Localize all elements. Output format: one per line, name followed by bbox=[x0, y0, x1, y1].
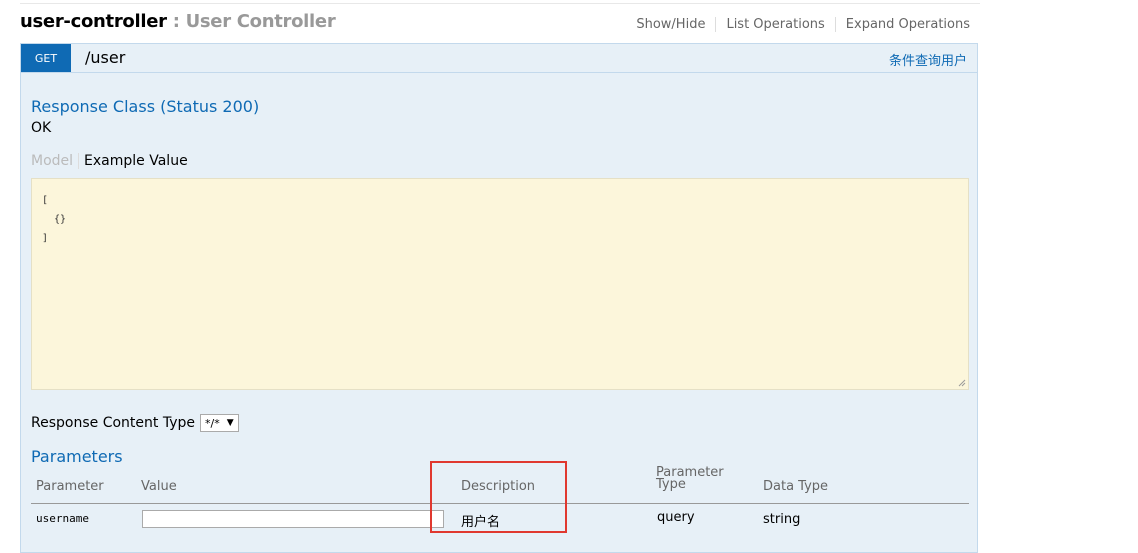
username-value-input[interactable] bbox=[142, 510, 444, 528]
controller-separator: : bbox=[172, 11, 180, 32]
tab-example-value[interactable]: Example Value bbox=[84, 153, 188, 169]
parameters-title: Parameters bbox=[31, 447, 123, 466]
example-value-box[interactable]: [ {} ] bbox=[31, 178, 969, 390]
controller-title[interactable]: user-controller : User Controller bbox=[20, 11, 336, 32]
header-parameter: Parameter bbox=[36, 479, 104, 494]
ops-divider bbox=[834, 17, 836, 32]
expand-operations-link[interactable]: Expand Operations bbox=[846, 17, 970, 32]
content-type-selected-value: */* bbox=[204, 416, 220, 430]
dropdown-arrow-icon: ▼ bbox=[226, 418, 234, 428]
controller-header: user-controller : User Controller Show/H… bbox=[20, 11, 970, 37]
http-method-badge[interactable]: GET bbox=[21, 44, 71, 72]
tab-model[interactable]: Model bbox=[31, 153, 73, 169]
response-class-title: Response Class (Status 200) bbox=[31, 97, 260, 116]
parameter-type: query bbox=[657, 510, 695, 525]
operation-summary[interactable]: 条件查询用户 bbox=[889, 50, 967, 69]
list-operations-link[interactable]: List Operations bbox=[726, 17, 824, 32]
controller-operations: Show/Hide List Operations Expand Operati… bbox=[636, 17, 970, 32]
parameter-data-type: string bbox=[763, 512, 801, 527]
tab-divider bbox=[78, 153, 80, 169]
header-value: Value bbox=[141, 479, 177, 494]
resize-grip-icon[interactable] bbox=[958, 379, 966, 387]
header-parameter-type: Parameter Type bbox=[656, 465, 724, 492]
operation-heading[interactable]: GET /user 条件查询用户 bbox=[21, 44, 977, 73]
parameter-name: username bbox=[36, 512, 89, 525]
ops-divider bbox=[715, 17, 717, 32]
response-status-text: OK bbox=[31, 120, 52, 136]
description-highlight-annotation bbox=[430, 461, 567, 533]
operation-path[interactable]: /user bbox=[85, 48, 125, 67]
show-hide-link[interactable]: Show/Hide bbox=[636, 17, 705, 32]
example-value-code: [ {} ] bbox=[42, 195, 67, 244]
controller-description: User Controller bbox=[185, 11, 336, 32]
top-divider bbox=[20, 3, 980, 4]
model-signature-tabs: Model Example Value bbox=[31, 153, 188, 169]
header-data-type: Data Type bbox=[763, 479, 829, 494]
controller-name[interactable]: user-controller bbox=[20, 11, 167, 32]
response-content-type-row: Response Content Type */* ▼ bbox=[31, 414, 239, 432]
response-content-type-select[interactable]: */* ▼ bbox=[199, 414, 239, 432]
response-content-type-label: Response Content Type bbox=[31, 415, 195, 431]
